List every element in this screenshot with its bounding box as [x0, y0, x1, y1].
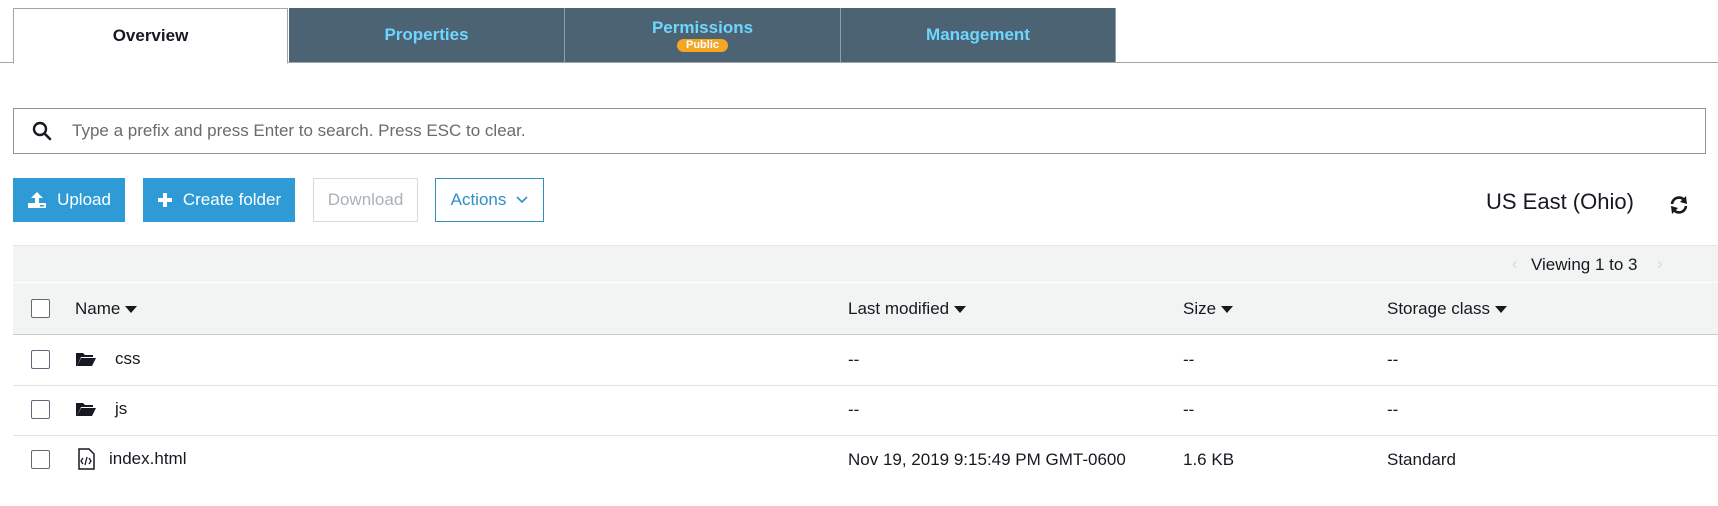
tab-management-label: Management	[926, 25, 1030, 44]
code-file-icon	[77, 448, 95, 475]
tab-bar: Overview Properties Permissions Public M…	[0, 0, 1718, 64]
tab-permissions-label: Permissions	[651, 18, 754, 37]
pagination-bar: ‹ Viewing 1 to 3 ›	[13, 245, 1718, 282]
row-checkbox[interactable]	[31, 450, 50, 469]
sort-caret-icon	[1495, 305, 1507, 313]
search-input[interactable]	[70, 110, 1705, 152]
size-cell: --	[1183, 400, 1195, 419]
search-box	[13, 108, 1706, 154]
storage-class-cell: --	[1387, 400, 1399, 419]
column-name-label: Name	[75, 299, 121, 318]
download-label: Download	[327, 190, 404, 209]
tab-management[interactable]: Management	[841, 8, 1116, 62]
actions-label: Actions	[450, 190, 507, 209]
row-checkbox[interactable]	[31, 350, 50, 369]
region-label: US East (Ohio)	[1486, 189, 1634, 214]
column-header-size[interactable]: Size	[1183, 299, 1234, 319]
tab-properties-label: Properties	[384, 25, 469, 44]
size-cell: --	[1183, 350, 1195, 369]
plus-icon	[157, 192, 173, 208]
storage-class-cell: --	[1387, 350, 1399, 369]
sort-caret-icon	[1221, 305, 1234, 313]
column-header-last-modified[interactable]: Last modified	[848, 299, 967, 319]
upload-icon	[27, 191, 47, 209]
row-checkbox[interactable]	[31, 400, 50, 419]
column-header-storage-class[interactable]: Storage class	[1387, 299, 1507, 319]
column-storage-class-label: Storage class	[1387, 299, 1490, 318]
column-size-label: Size	[1183, 299, 1217, 318]
tab-overview[interactable]: Overview	[13, 8, 288, 64]
object-name-link[interactable]: css	[115, 349, 141, 369]
folder-icon	[75, 350, 97, 373]
next-page-button[interactable]: ›	[1657, 254, 1663, 274]
create-folder-label: Create folder	[182, 190, 282, 209]
object-name-link[interactable]: index.html	[109, 449, 186, 469]
size-cell: 1.6 KB	[1183, 450, 1235, 469]
last-modified-cell: --	[848, 400, 860, 419]
tab-properties[interactable]: Properties	[289, 8, 565, 62]
create-folder-button[interactable]: Create folder	[143, 178, 295, 222]
tab-permissions[interactable]: Permissions Public	[565, 8, 841, 62]
viewing-count: Viewing 1 to 3	[1531, 255, 1638, 274]
object-name-link[interactable]: js	[115, 399, 127, 419]
previous-page-button[interactable]: ‹	[1512, 254, 1518, 274]
column-header-name[interactable]: Name	[75, 299, 138, 319]
sort-caret-icon	[954, 305, 967, 313]
public-badge: Public	[676, 39, 728, 52]
tab-overview-label: Overview	[112, 26, 189, 45]
table-row[interactable]: js -- -- --	[13, 385, 1718, 436]
upload-button[interactable]: Upload	[13, 178, 125, 222]
table-header: Name Last modified Size Storage class	[13, 283, 1718, 335]
actions-button[interactable]: Actions	[435, 178, 544, 222]
refresh-icon[interactable]	[1668, 194, 1690, 216]
download-button[interactable]: Download	[313, 178, 418, 222]
storage-class-cell: Standard	[1387, 450, 1456, 469]
upload-label: Upload	[57, 190, 111, 209]
folder-icon	[75, 400, 97, 423]
last-modified-cell: --	[848, 350, 860, 369]
chevron-down-icon	[516, 196, 528, 204]
table-row[interactable]: index.html Nov 19, 2019 9:15:49 PM GMT-0…	[13, 435, 1718, 485]
sort-caret-icon	[125, 305, 138, 313]
search-icon	[14, 121, 70, 141]
last-modified-cell: Nov 19, 2019 9:15:49 PM GMT-0600	[848, 450, 1126, 469]
select-all-checkbox[interactable]	[31, 299, 50, 318]
column-last-modified-label: Last modified	[848, 299, 950, 318]
table-row[interactable]: css -- -- --	[13, 335, 1718, 386]
